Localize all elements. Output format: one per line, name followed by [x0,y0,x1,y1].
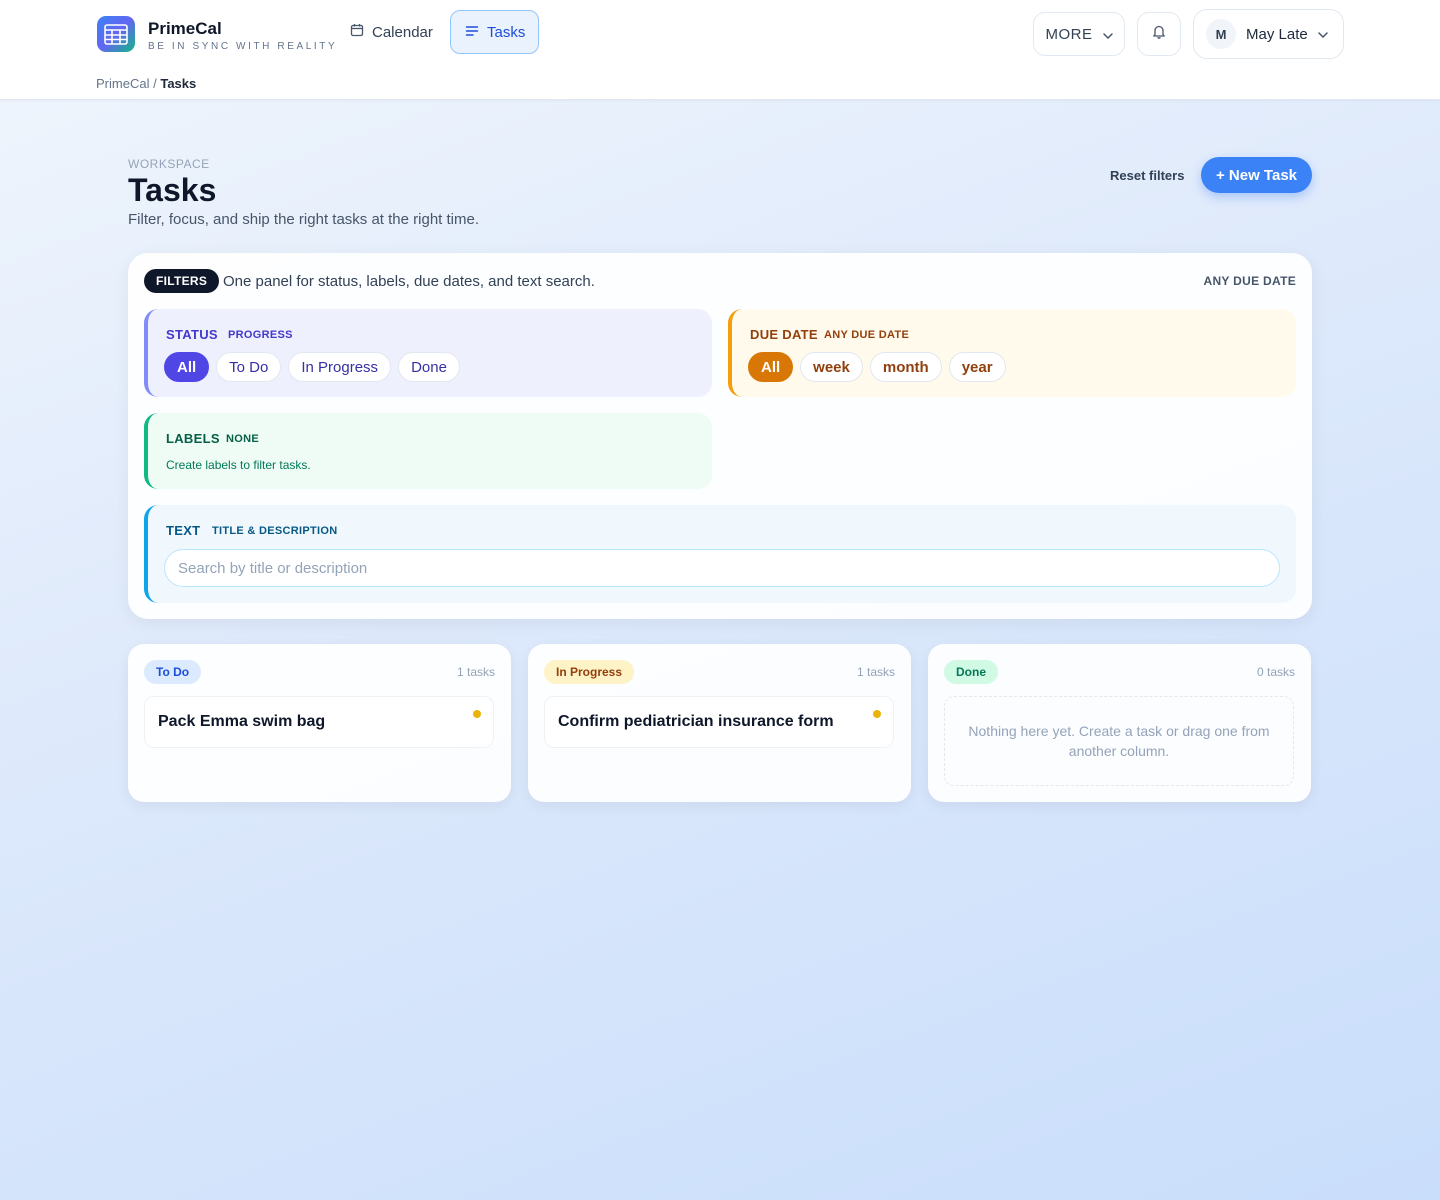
status-filter-title: STATUS [166,327,218,342]
breadcrumb-root[interactable]: PrimeCal [96,76,149,91]
breadcrumb: PrimeCal / Tasks [96,76,196,91]
due-date-filter-title: DUE DATE [750,327,818,342]
status-filter-tag: PROGRESS [228,329,293,341]
priority-dot-icon [873,710,881,718]
bell-icon [1152,24,1166,44]
due-option-all[interactable]: All [748,352,794,382]
empty-column-dropzone[interactable]: Nothing here yet. Create a task or drag … [944,696,1294,786]
app-tagline: BE IN SYNC WITH REALITY [148,41,338,52]
priority-dot-icon [473,710,481,718]
column-todo: To Do 1 tasks Pack Emma swim bag [128,644,511,802]
nav-calendar[interactable]: Calendar [336,10,447,54]
filters-badge: FILTERS [144,269,220,293]
notifications-button[interactable] [1137,12,1181,56]
task-card[interactable]: Confirm pediatrician insurance form [544,696,894,748]
column-todo-badge: To Do [144,660,202,684]
text-filter: TEXT TITLE & DESCRIPTION [144,505,1296,603]
labels-filter-title: LABELS [166,431,220,446]
nav-calendar-label: Calendar [372,23,433,41]
list-icon [465,24,479,41]
chevron-down-icon [1317,25,1328,43]
breadcrumb-current: Tasks [160,76,197,91]
status-options: All To Do In Progress Done [164,352,460,382]
column-in-progress-badge: In Progress [544,660,635,684]
column-done-count: 0 tasks [1256,665,1295,679]
status-option-todo[interactable]: To Do [216,352,282,382]
more-label: MORE [1045,25,1093,43]
new-task-button[interactable]: + New Task [1201,157,1312,193]
due-date-options: All week month year [748,352,1006,382]
primecal-logo-icon[interactable] [97,16,135,52]
due-option-month[interactable]: month [869,352,942,382]
labels-filter: LABELS NONE Create labels to filter task… [144,413,712,489]
column-done: Done 0 tasks Nothing here yet. Create a … [928,644,1311,802]
chevron-down-icon [1102,26,1113,43]
due-option-week[interactable]: week [800,352,863,382]
status-filter: STATUS PROGRESS All To Do In Progress Do… [144,309,712,397]
nav-tasks[interactable]: Tasks [450,10,539,54]
labels-filter-tag: NONE [226,433,259,445]
filters-summary: ANY DUE DATE [1203,274,1296,288]
breadcrumb-separator: / [153,76,157,91]
text-filter-tag: TITLE & DESCRIPTION [212,525,338,537]
column-in-progress: In Progress 1 tasks Confirm pediatrician… [528,644,911,802]
task-title: Pack Emma swim bag [158,713,326,730]
page-eyebrow: WORKSPACE [128,157,210,171]
avatar: M [1206,19,1236,49]
nav-tasks-label: Tasks [487,23,526,41]
user-menu-button[interactable]: M May Late [1193,9,1344,59]
status-option-in-progress[interactable]: In Progress [288,352,392,382]
due-date-filter: DUE DATE ANY DUE DATE All week month yea… [728,309,1296,397]
filters-description: One panel for status, labels, due dates,… [223,273,595,290]
column-in-progress-count: 1 tasks [856,665,895,679]
page-subtitle: Filter, focus, and ship the right tasks … [128,211,479,228]
due-date-filter-tag: ANY DUE DATE [824,329,910,341]
task-title: Confirm pediatrician insurance form [558,713,834,730]
user-name: May Late [1246,25,1308,43]
top-navigation-bar: PrimeCal BE IN SYNC WITH REALITY Calenda… [0,0,1440,100]
due-option-year[interactable]: year [948,352,1006,382]
filters-panel: FILTERS One panel for status, labels, du… [128,253,1312,619]
status-option-all[interactable]: All [164,352,210,382]
labels-hint: Create labels to filter tasks. [166,458,311,472]
task-card[interactable]: Pack Emma swim bag [144,696,494,748]
app-name: PrimeCal [148,19,222,38]
calendar-icon [350,23,364,41]
reset-filters-button[interactable]: Reset filters [1100,166,1194,185]
column-done-badge: Done [944,660,998,684]
column-todo-count: 1 tasks [456,665,495,679]
status-option-done[interactable]: Done [398,352,460,382]
text-filter-title: TEXT [166,523,201,538]
page-title: Tasks [128,172,217,208]
more-menu-button[interactable]: MORE [1033,12,1125,56]
search-input[interactable] [164,549,1280,587]
